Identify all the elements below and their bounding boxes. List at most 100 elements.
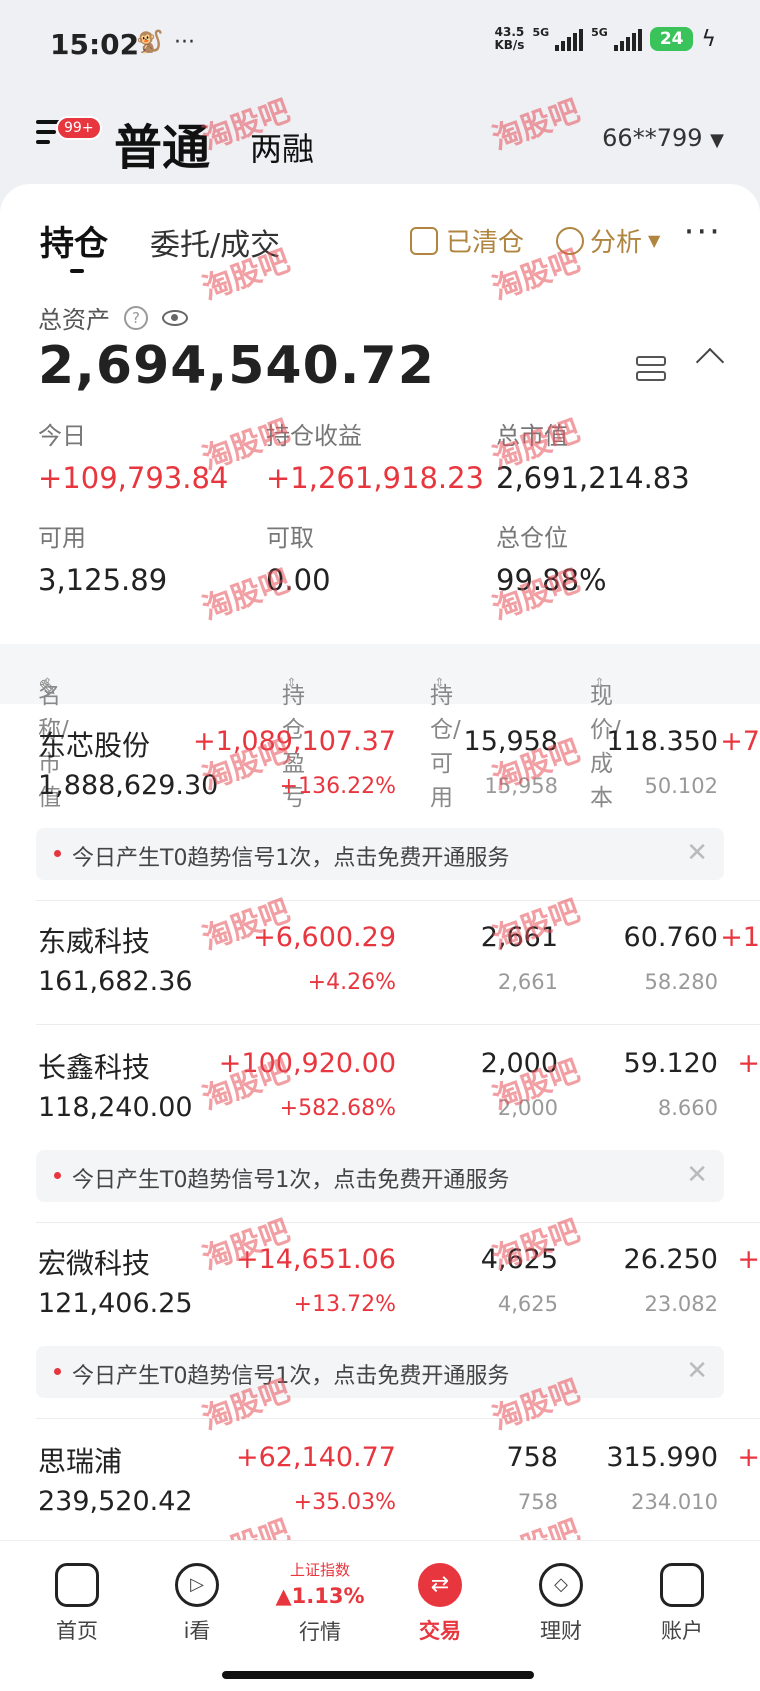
metric-holding-pl: 持仓收益 +1,261,918.23 <box>266 416 484 495</box>
stock-name: 东威科技 <box>38 925 151 958</box>
app-notification-icon: 🐒 <box>136 30 164 55</box>
metric-available-label: 可用 <box>38 524 86 552</box>
close-icon[interactable]: ✕ <box>686 838 708 868</box>
nav-watch-label: i看 <box>183 1619 211 1643</box>
nav-account-label: 账户 <box>661 1619 703 1643</box>
holding-qty: 15,958 <box>463 726 558 757</box>
stock-name: 长鑫科技 <box>38 1051 151 1084</box>
cleared-positions-button[interactable]: 已清仓 <box>410 222 524 259</box>
metric-market-value-label: 总市值 <box>496 422 568 450</box>
analysis-dropdown[interactable]: 分析 ▼ <box>556 222 660 259</box>
day-change-truncated: +7 <box>720 726 760 757</box>
signal-2-label: 5G <box>591 26 608 39</box>
sort-icon: ⇕ <box>434 676 445 691</box>
account-id: 66**799 <box>602 124 703 152</box>
chevron-down-icon: ▼ <box>710 130 724 151</box>
stock-name: 东芯股份 <box>38 729 151 762</box>
current-price: 315.990 <box>606 1442 718 1473</box>
profit-loss-pct: +136.22% <box>279 774 396 799</box>
signal-1-label: 5G <box>532 26 550 39</box>
cost-price: 8.660 <box>657 1096 718 1120</box>
profit-loss-pct: +4.26% <box>307 970 396 995</box>
red-dot-icon <box>54 850 61 857</box>
more-notifications-icon: ··· <box>174 30 195 55</box>
profit-loss-pct: +13.72% <box>293 1292 396 1317</box>
account-selector[interactable]: 66**799 ▼ <box>602 124 724 152</box>
home-icon <box>55 1563 99 1607</box>
cost-price: 234.010 <box>631 1490 718 1514</box>
close-icon[interactable]: ✕ <box>686 1356 708 1386</box>
tab-holdings[interactable]: 持仓 <box>40 216 108 273</box>
close-icon[interactable]: ✕ <box>686 1160 708 1190</box>
bottom-navigation: 首页 ▷ i看 上证指数 ▲1.13% 行情 ⇄ 交易 ◇ 理财 账户 <box>0 1540 760 1691</box>
status-bar: 15:02 🐒 ··· 43.5 KB/s 5G 5G 24 ϟ <box>0 0 760 92</box>
nav-wealth[interactable]: ◇ 理财 <box>506 1563 616 1645</box>
available-qty: 758 <box>517 1490 558 1514</box>
nav-market-label: 行情 <box>299 1620 341 1644</box>
layout-toggle-icon[interactable] <box>636 356 666 382</box>
metric-today-value: +109,793.84 <box>38 461 229 495</box>
metric-position-value: 99.88% <box>496 563 607 597</box>
metric-available-value: 3,125.89 <box>38 563 168 597</box>
day-change-truncated: + <box>737 1442 760 1473</box>
t0-signal-banner[interactable]: 今日产生T0趋势信号1次，点击免费开通服务 ✕ <box>36 1150 724 1202</box>
charging-icon: ϟ <box>701 26 716 52</box>
market-index-name: 上证指数 <box>289 1561 350 1579</box>
profit-loss: +62,140.77 <box>235 1442 396 1473</box>
signal-2-icon <box>613 27 642 51</box>
trend-chart-icon <box>556 226 584 255</box>
t0-signal-banner[interactable]: 今日产生T0趋势信号1次，点击免费开通服务 ✕ <box>36 828 724 880</box>
sort-icon: ⇕ <box>286 676 297 691</box>
available-qty: 2,000 <box>497 1096 558 1120</box>
t0-signal-banner[interactable]: 今日产生T0趋势信号1次，点击免费开通服务 ✕ <box>36 1346 724 1398</box>
chevron-up-icon[interactable] <box>695 347 725 377</box>
metric-withdrawable: 可取 0.00 <box>266 518 331 597</box>
sort-icon: ⇕ <box>594 676 605 691</box>
more-options-icon[interactable]: ··· <box>684 212 722 252</box>
holding-qty: 2,000 <box>480 1048 558 1079</box>
available-qty: 2,661 <box>497 970 558 994</box>
holdings-card: 持仓 委托/成交 已清仓 分析 ▼ ··· 总资产 ? 2,694,540.72… <box>0 184 760 1691</box>
eye-icon[interactable] <box>162 309 188 326</box>
nav-account[interactable]: 账户 <box>627 1563 737 1645</box>
profit-loss-pct: +582.68% <box>279 1096 396 1121</box>
available-qty: 4,625 <box>497 1292 558 1316</box>
account-header: 99+ 普通 两融 66**799 ▼ <box>0 100 760 180</box>
market-index-change: ▲1.13% <box>275 1584 365 1608</box>
total-assets-label: 总资产 <box>38 306 110 334</box>
metric-today: 今日 +109,793.84 <box>38 416 228 495</box>
tab-margin-account[interactable]: 两融 <box>250 124 314 170</box>
available-qty: 15,958 <box>484 774 558 798</box>
metric-available: 可用 3,125.89 <box>38 518 167 597</box>
row-divider <box>36 900 760 901</box>
row-divider <box>36 1222 760 1223</box>
nav-trade[interactable]: ⇄ 交易 <box>385 1563 495 1645</box>
red-dot-icon <box>54 1368 61 1375</box>
nav-home[interactable]: 首页 <box>22 1563 132 1645</box>
day-change-truncated: + <box>737 1048 760 1079</box>
message-badge: 99+ <box>56 116 102 140</box>
day-change-truncated: + <box>737 1244 760 1275</box>
caret-down-icon: ▼ <box>648 231 661 250</box>
total-assets-label-row: 总资产 ? <box>38 300 188 335</box>
nav-watch[interactable]: ▷ i看 <box>142 1563 252 1645</box>
status-indicators: 43.5 KB/s 5G 5G 24 ϟ <box>494 26 716 52</box>
profit-loss: +6,600.29 <box>253 922 396 953</box>
total-assets-value: 2,694,540.72 <box>38 336 435 396</box>
metric-market-value: 总市值 2,691,214.83 <box>496 416 690 495</box>
help-icon[interactable]: ? <box>124 305 148 330</box>
holdings-table-header: ✎ 名称/市值 ⇕ 持仓盈亏 ⇕ 持仓/可用 ⇕ 现价/成本 ⇕ <box>0 644 760 811</box>
current-price: 59.120 <box>623 1048 718 1079</box>
current-price: 26.250 <box>623 1244 718 1275</box>
home-indicator[interactable] <box>222 1671 534 1679</box>
tab-normal-account[interactable]: 普通 <box>114 108 210 178</box>
nav-market[interactable]: 上证指数 ▲1.13% 行情 <box>260 1559 380 1646</box>
market-value: 121,406.25 <box>38 1288 193 1319</box>
stock-name: 思瑞浦 <box>38 1445 123 1478</box>
current-price: 60.760 <box>623 922 718 953</box>
tab-orders[interactable]: 委托/成交 <box>150 220 280 264</box>
cleared-label: 已清仓 <box>446 228 525 258</box>
metric-market-value-value: 2,691,214.83 <box>496 461 690 495</box>
stock-name: 宏微科技 <box>38 1247 151 1280</box>
col-qty-label: 持仓/可用 <box>430 683 461 811</box>
